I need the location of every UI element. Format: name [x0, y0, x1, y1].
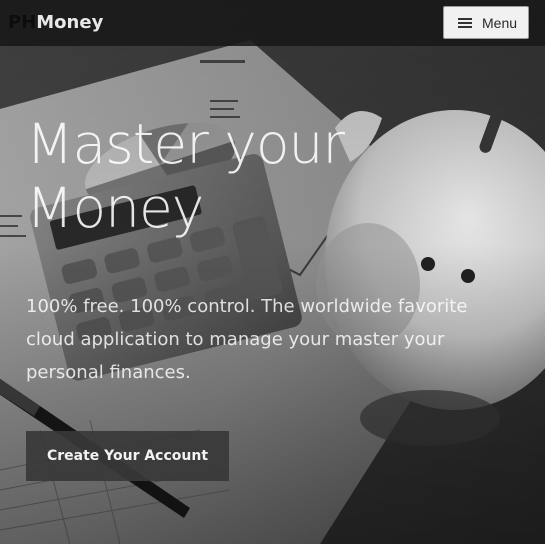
- brand-prefix: PH: [8, 12, 37, 33]
- hero-subtitle: 100% free. 100% control. The worldwide f…: [26, 296, 468, 383]
- hero-title: Master your Money: [26, 112, 345, 240]
- create-account-button[interactable]: Create Your Account: [26, 431, 229, 481]
- brand-name: Money: [36, 12, 104, 33]
- landing-page: PHMoney Menu Master your Money 100% free…: [0, 0, 545, 544]
- top-navbar: PHMoney Menu: [0, 0, 545, 46]
- hero-section: Master your Money 100% free. 100% contro…: [0, 46, 545, 544]
- menu-button[interactable]: Menu: [443, 6, 529, 39]
- menu-label: Menu: [482, 15, 518, 31]
- brand-logo[interactable]: PHMoney: [8, 12, 103, 34]
- hamburger-icon: [458, 18, 472, 28]
